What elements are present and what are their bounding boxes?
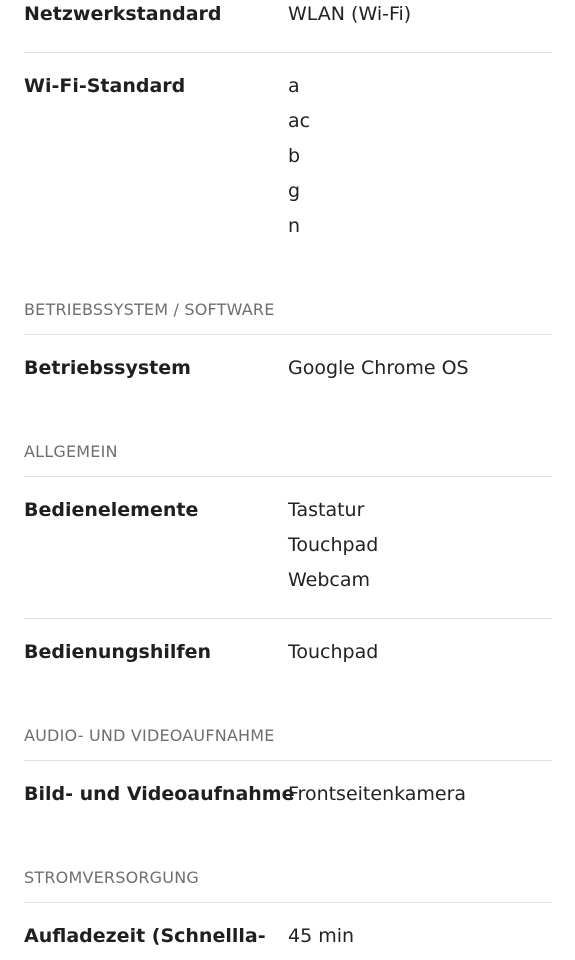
spec-value: a (288, 75, 300, 97)
section-heading-allgemein: ALLGEMEIN (24, 442, 118, 461)
spec-label-bedienelemente: Bedienelemente (24, 499, 199, 521)
section-heading-stromversorgung: STROMVERSORGUNG (24, 868, 199, 887)
spec-label-betriebssystem: Betriebssystem (24, 357, 191, 379)
divider (24, 334, 552, 335)
divider (24, 618, 552, 619)
spec-label-bild-videoaufnahme: Bild- und Videoaufnahme (24, 783, 295, 805)
spec-label-aufladezeit: Aufladezeit (Schnellla- (24, 925, 266, 947)
spec-label-netzwerkstandard: Netzwerkstandard (24, 3, 222, 25)
spec-value: WLAN (Wi-Fi) (288, 3, 412, 25)
spec-value: b (288, 145, 301, 167)
section-heading-betriebssystem-software: BETRIEBSSYSTEM / SOFTWARE (24, 300, 275, 319)
spec-value: Google Chrome OS (288, 357, 469, 379)
divider (24, 52, 552, 53)
spec-value: Webcam (288, 569, 371, 591)
spec-label-bedienungshilfen: Bedienungshilfen (24, 641, 212, 663)
spec-value: Frontseitenkamera (288, 783, 467, 805)
section-heading-audio-videoaufnahme: AUDIO- UND VIDEOAUFNAHME (24, 726, 275, 745)
spec-value: Tastatur (288, 499, 365, 521)
spec-value: g (288, 180, 301, 202)
spec-value: 45 min (288, 925, 355, 947)
divider (24, 760, 552, 761)
spec-value: Touchpad (288, 641, 379, 663)
divider (24, 476, 552, 477)
spec-value: n (288, 215, 301, 237)
spec-value: Touchpad (288, 534, 379, 556)
spec-label-wifi-standard: Wi-Fi-Standard (24, 75, 186, 97)
spec-value: ac (288, 110, 311, 132)
divider (24, 902, 552, 903)
